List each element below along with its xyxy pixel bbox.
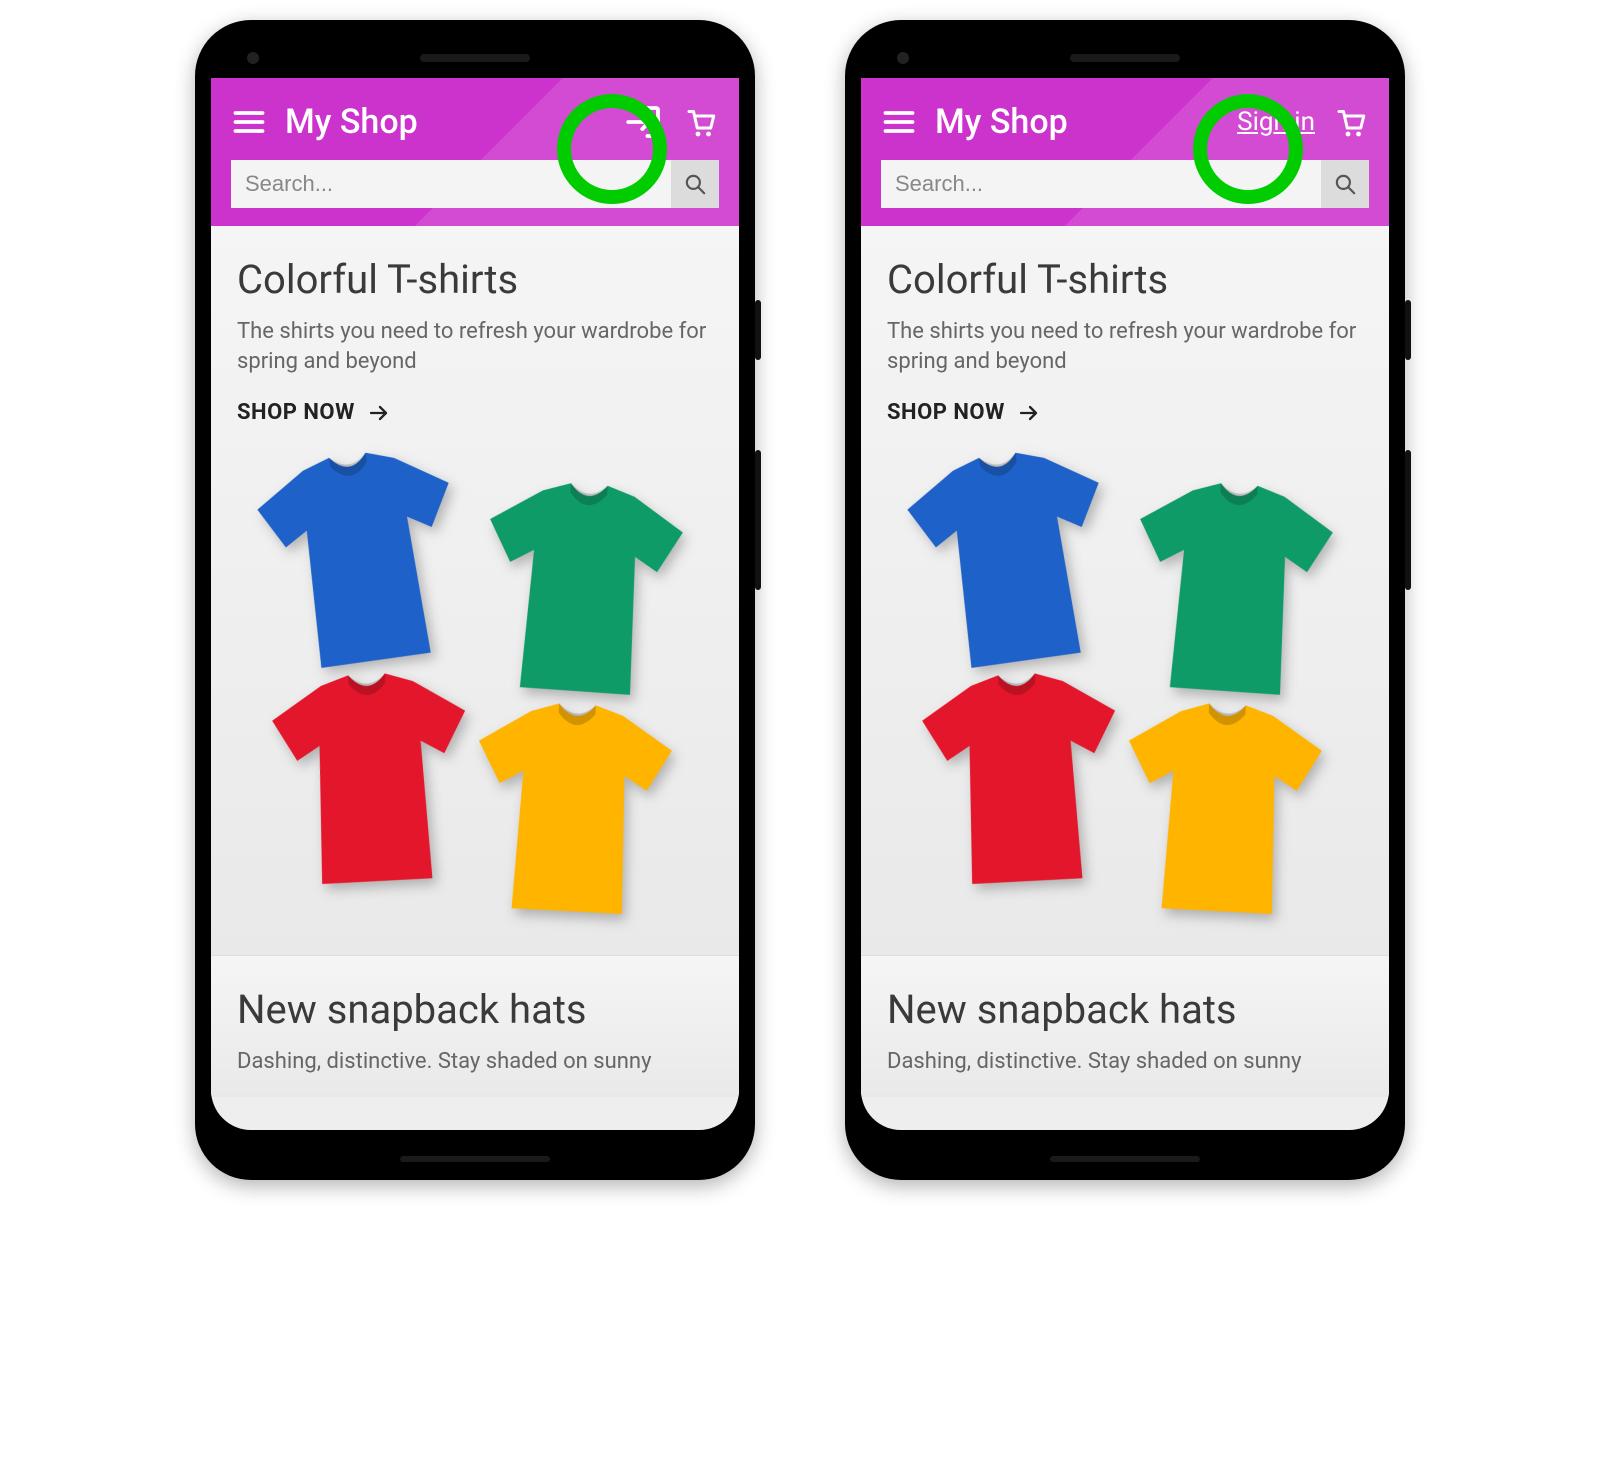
promo-subtitle-partial: Dashing, distinctive. Stay shaded on sun… <box>237 1047 713 1077</box>
search-input[interactable] <box>231 160 671 208</box>
arrow-right-icon <box>1017 401 1041 425</box>
search-input[interactable] <box>881 160 1321 208</box>
shop-now-button[interactable]: SHOP NOW <box>237 400 713 425</box>
app-screen: My Shop Colorful T-shirts The shirts you <box>211 78 739 1130</box>
promo-title: New snapback hats <box>237 986 713 1033</box>
cart-icon[interactable] <box>1333 104 1369 140</box>
promo-title: Colorful T-shirts <box>237 256 713 303</box>
promo-subtitle-partial: Dashing, distinctive. Stay shaded on sun… <box>887 1047 1363 1077</box>
search-button[interactable] <box>671 160 719 208</box>
app-header: My Shop <box>211 78 739 226</box>
promo-hats: New snapback hats Dashing, distinctive. … <box>211 955 739 1097</box>
tshirt-image <box>237 435 713 935</box>
promo-subtitle: The shirts you need to refresh your ward… <box>887 317 1363 376</box>
promo-hats: New snapback hats Dashing, distinctive. … <box>861 955 1389 1097</box>
signin-link[interactable]: Sign in <box>1237 107 1315 137</box>
shop-now-label: SHOP NOW <box>237 400 355 425</box>
promo-subtitle: The shirts you need to refresh your ward… <box>237 317 713 376</box>
login-icon[interactable] <box>623 101 665 143</box>
device-top-bezel <box>211 38 739 78</box>
shop-now-label: SHOP NOW <box>887 400 1005 425</box>
menu-icon[interactable] <box>881 104 917 140</box>
menu-icon[interactable] <box>231 104 267 140</box>
arrow-right-icon <box>367 401 391 425</box>
phone-mockup-right: My Shop Sign in Colorful T-shirts The sh… <box>845 20 1405 1180</box>
search-button[interactable] <box>1321 160 1369 208</box>
cart-icon[interactable] <box>683 104 719 140</box>
device-top-bezel <box>861 38 1389 78</box>
app-title: My Shop <box>935 102 1068 142</box>
promo-tshirts: Colorful T-shirts The shirts you need to… <box>861 226 1389 955</box>
shop-now-button[interactable]: SHOP NOW <box>887 400 1363 425</box>
promo-tshirts: Colorful T-shirts The shirts you need to… <box>211 226 739 955</box>
app-screen: My Shop Sign in Colorful T-shirts The sh… <box>861 78 1389 1130</box>
promo-title: Colorful T-shirts <box>887 256 1363 303</box>
promo-title: New snapback hats <box>887 986 1363 1033</box>
app-header: My Shop Sign in <box>861 78 1389 226</box>
app-title: My Shop <box>285 102 418 142</box>
tshirt-image <box>887 435 1363 935</box>
phone-mockup-left: My Shop Colorful T-shirts The shirts you <box>195 20 755 1180</box>
